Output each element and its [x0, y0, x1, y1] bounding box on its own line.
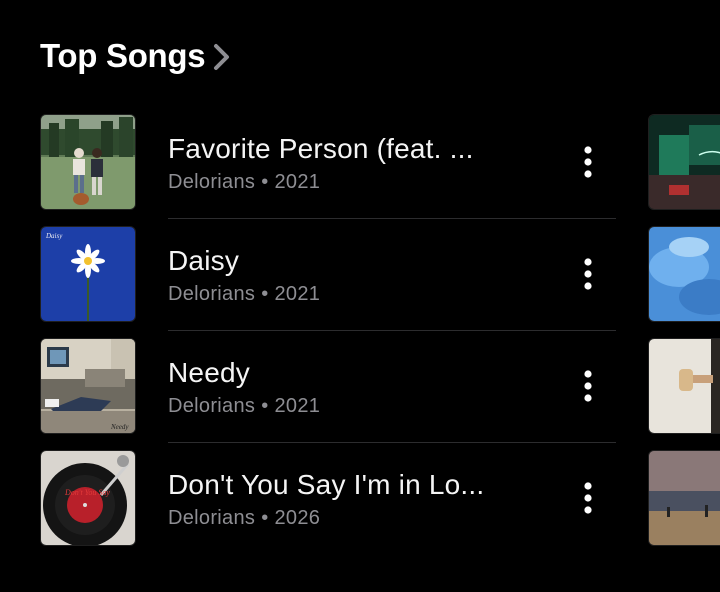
top-songs-screen: Top Songs Favorite Person (feat. ... Del… — [0, 0, 720, 592]
album-artwork-peek-2[interactable] — [648, 226, 720, 322]
song-list: Favorite Person (feat. ... Delorians • 202… — [40, 114, 620, 562]
song-row-needy[interactable]: Needy Needy Delorians • 2021 — [40, 338, 620, 450]
section-title: Top Songs — [40, 37, 206, 74]
song-title: Needy — [168, 357, 250, 388]
song-row-favorite-person[interactable]: Favorite Person (feat. ... Delorians • 202… — [40, 114, 620, 226]
song-artist: Delorians — [168, 283, 256, 305]
more-vertical-icon — [584, 370, 592, 402]
chevron-right-icon — [214, 44, 230, 70]
song-row-daisy[interactable]: Daisy Daisy Delorians • 2021 — [40, 226, 620, 338]
row-divider — [168, 218, 616, 219]
song-year: 2021 — [274, 171, 321, 193]
song-subtitle: Delorians • 2021 — [168, 394, 548, 418]
more-options-button[interactable] — [570, 138, 606, 186]
album-artwork-daisy: Daisy — [40, 226, 136, 322]
song-artist: Delorians — [168, 395, 256, 417]
song-artist: Delorians — [168, 171, 256, 193]
album-artwork-peek-4[interactable] — [648, 450, 720, 546]
song-subtitle: Delorians • 2021 — [168, 282, 548, 306]
album-artwork-favorite-person — [40, 114, 136, 210]
song-year: 2021 — [274, 283, 321, 305]
separator-dot: • — [261, 283, 269, 305]
separator-dot: • — [261, 171, 269, 193]
song-year: 2021 — [274, 395, 321, 417]
more-vertical-icon — [584, 482, 592, 514]
album-artwork-peek-3[interactable] — [648, 338, 720, 434]
song-subtitle: Delorians • 2026 — [168, 506, 548, 530]
song-artist: Delorians — [168, 507, 256, 529]
song-title: Favorite Person (feat. ... — [168, 133, 474, 164]
song-row-dont-you-say[interactable]: Don't You Say Don't You Say I'm in Lo...… — [40, 450, 620, 562]
album-artwork-dont-you-say: Don't You Say — [40, 450, 136, 546]
more-options-button[interactable] — [570, 362, 606, 410]
album-artwork-peek-1[interactable] — [648, 114, 720, 210]
song-title: Don't You Say I'm in Lo... — [168, 469, 485, 500]
separator-dot: • — [261, 395, 269, 417]
song-subtitle: Delorians • 2021 — [168, 170, 548, 194]
more-vertical-icon — [584, 146, 592, 178]
row-divider — [168, 330, 616, 331]
top-songs-header[interactable]: Top Songs — [40, 36, 233, 76]
more-options-button[interactable] — [570, 250, 606, 298]
song-title: Daisy — [168, 245, 240, 276]
artwork-label-dont-you-say: Don't You Say — [64, 488, 110, 497]
next-song-column — [648, 114, 720, 562]
song-year: 2026 — [274, 507, 321, 529]
separator-dot: • — [261, 507, 269, 529]
row-divider — [168, 442, 616, 443]
artwork-label-daisy: Daisy — [45, 232, 63, 240]
artwork-label-needy: Needy — [110, 423, 129, 431]
album-artwork-needy: Needy — [40, 338, 136, 434]
more-vertical-icon — [584, 258, 592, 290]
more-options-button[interactable] — [570, 474, 606, 522]
